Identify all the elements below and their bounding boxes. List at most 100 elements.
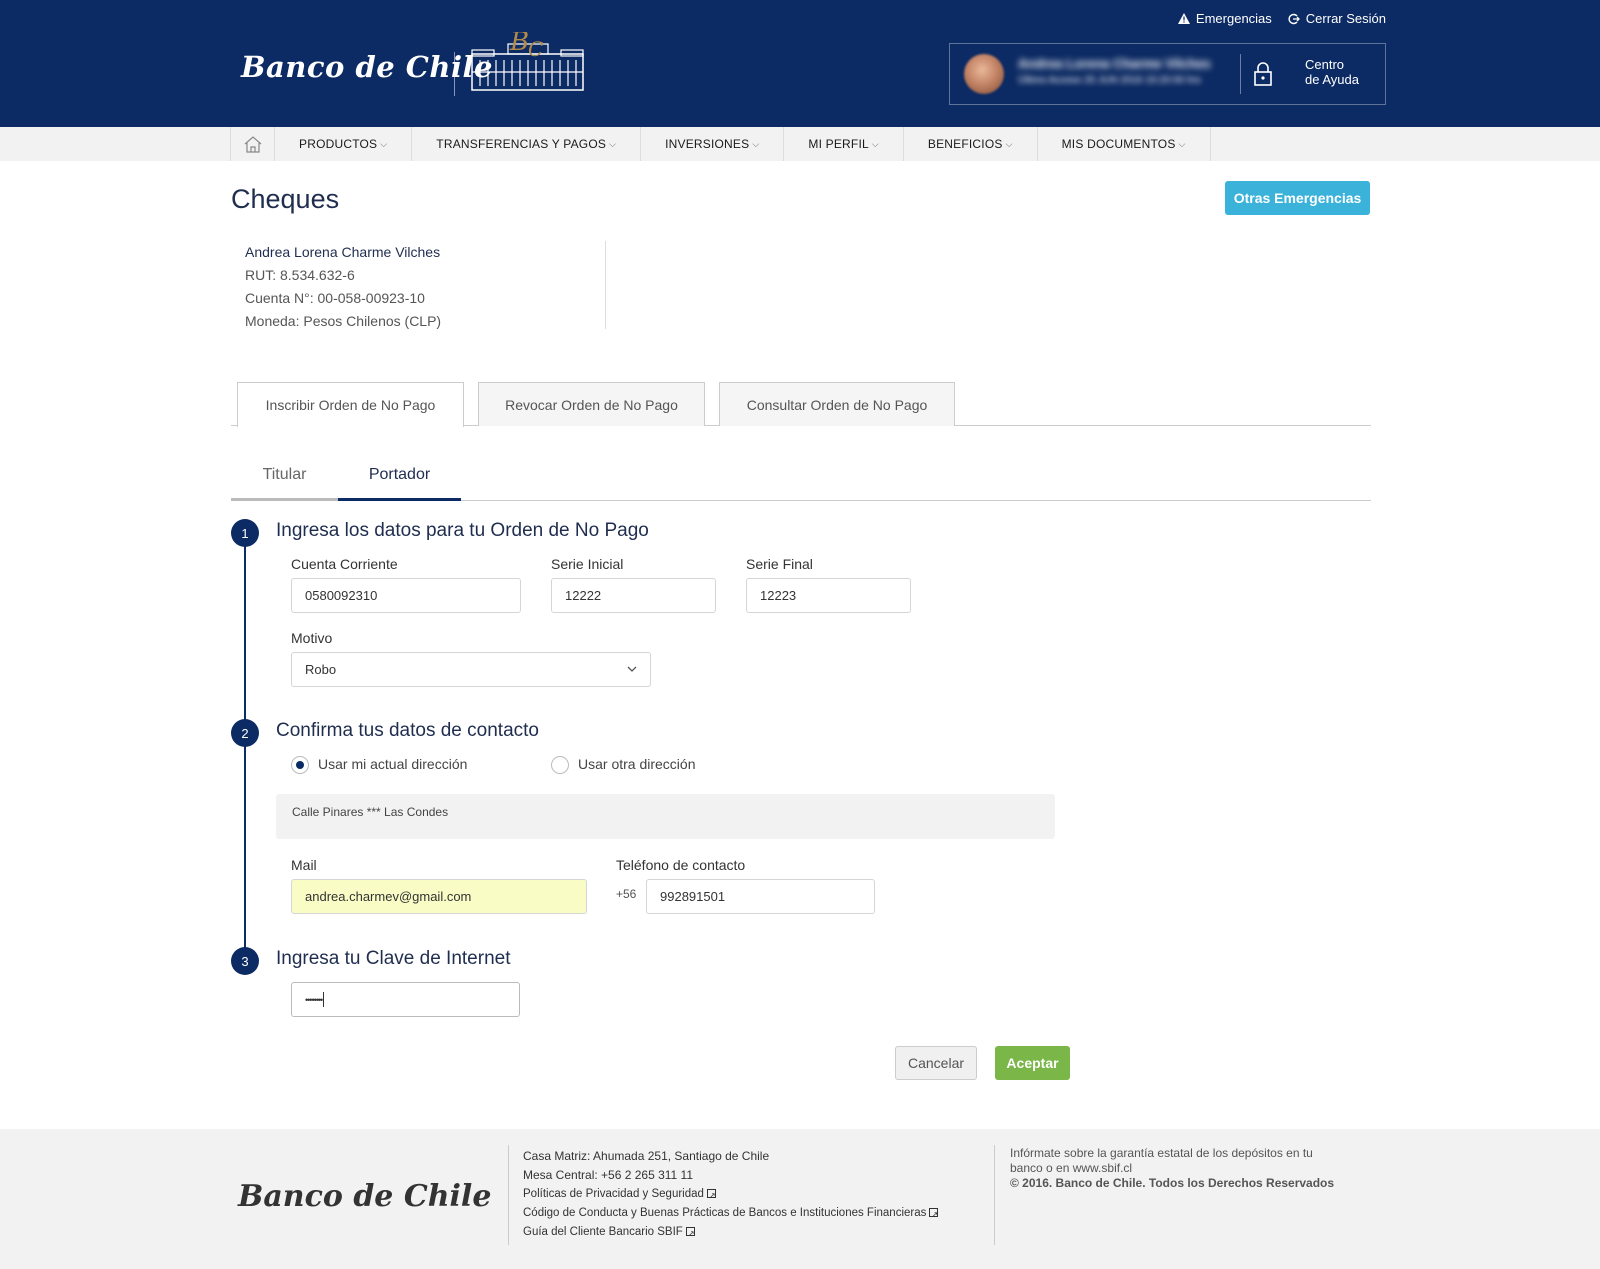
radio-actual-label: Usar mi actual dirección: [318, 756, 468, 772]
page-title: Cheques: [231, 184, 340, 214]
footer-link-label: Políticas de Privacidad y Seguridad: [523, 1188, 704, 1200]
footer-link-guia[interactable]: Guía del Cliente Bancario SBIF: [523, 1223, 938, 1243]
password-dots: ••••••••: [305, 994, 323, 1005]
help-line1: Centro: [1305, 57, 1345, 72]
emergencias-link[interactable]: Emergencias: [1177, 11, 1272, 26]
emergencias-label: Emergencias: [1195, 11, 1272, 26]
footer-link-label: Código de Conducta y Buenas Prácticas de…: [523, 1207, 927, 1219]
footer-link-privacidad[interactable]: Políticas de Privacidad y Seguridad: [523, 1185, 938, 1205]
footer-logo: Banco de Chile: [238, 1179, 492, 1214]
telefono-label: Teléfono de contacto: [616, 857, 746, 873]
step-3-badge: 3: [231, 947, 259, 975]
telefono-input[interactable]: 992891501: [646, 879, 875, 914]
account-info: Andrea Lorena Charme Vilches RUT: 8.534.…: [245, 241, 441, 333]
user-last-access: Último Acceso 25 JUN 2016 15:20:00 hrs: [1018, 75, 1201, 86]
chevron-down-icon: ⌵: [380, 138, 388, 149]
mail-input[interactable]: andrea.charmev@gmail.com: [291, 879, 587, 914]
text-cursor: [323, 992, 325, 1007]
nav-beneficios[interactable]: BENEFICIOS ⌵: [904, 127, 1038, 161]
motivo-select[interactable]: Robo: [291, 652, 651, 687]
nav-label: TRANSFERENCIAS Y PAGOS: [436, 137, 607, 151]
nav-mi-perfil[interactable]: MI PERFIL ⌵: [784, 127, 904, 161]
step-1-badge: 1: [231, 519, 259, 547]
home-icon: [244, 136, 261, 153]
radio-otra-direccion[interactable]: [551, 756, 569, 774]
footer-link-codigo[interactable]: Código de Conducta y Buenas Prácticas de…: [523, 1204, 939, 1224]
account-number: Cuenta N°: 00-058-00923-10: [245, 290, 425, 306]
motivo-value: Robo: [305, 662, 337, 677]
serie-inicial-input[interactable]: 12222: [551, 578, 716, 613]
cuenta-corriente-input[interactable]: 0580092310: [291, 578, 521, 613]
nav-productos[interactable]: PRODUCTOS ⌵: [275, 127, 413, 161]
svg-text:B: B: [509, 32, 529, 57]
bank-building-emblem: B C: [471, 32, 584, 91]
account-holder-name: Andrea Lorena Charme Vilches: [245, 244, 441, 260]
logout-label: Cerrar Sesión: [1305, 11, 1386, 26]
telefono-prefix: +56: [616, 887, 637, 901]
nav-mis-documentos[interactable]: MIS DOCUMENTOS ⌵: [1038, 127, 1211, 161]
nav-label: MI PERFIL: [808, 137, 869, 151]
tab-revocar[interactable]: Revocar Orden de No Pago: [478, 382, 705, 426]
lock-icon[interactable]: [1254, 62, 1272, 86]
cancel-button[interactable]: Cancelar: [895, 1046, 977, 1080]
logout-link[interactable]: Cerrar Sesión: [1288, 11, 1386, 26]
avatar[interactable]: [964, 54, 1004, 94]
nav-label: PRODUCTOS: [299, 137, 378, 151]
account-divider: [605, 241, 606, 329]
serie-inicial-label: Serie Inicial: [551, 556, 624, 572]
footer-phone: Mesa Central: +56 2 265 311 11: [523, 1168, 694, 1182]
user-box: Andrea Lorena Charme Vilches Último Acce…: [949, 43, 1386, 105]
nav-home[interactable]: [230, 127, 275, 161]
footer-info-line2[interactable]: banco o en www.sbif.cl: [1010, 1161, 1360, 1176]
step-2-title: Confirma tus datos de contacto: [276, 720, 539, 741]
nav-inversiones[interactable]: INVERSIONES ⌵: [641, 127, 785, 161]
footer-info-line1: Infórmate sobre la garantía estatal de l…: [1010, 1146, 1313, 1160]
radio-actual-direccion[interactable]: [291, 756, 309, 774]
logo-divider: [454, 52, 455, 96]
serie-final-label: Serie Final: [746, 556, 813, 572]
footer-address: Casa Matriz: Ahumada 251, Santiago de Ch…: [523, 1149, 770, 1163]
tab-inscribir[interactable]: Inscribir Orden de No Pago: [237, 382, 464, 427]
motivo-label: Motivo: [291, 630, 333, 646]
account-currency: Moneda: Pesos Chilenos (CLP): [245, 313, 442, 329]
cuenta-corriente-label: Cuenta Corriente: [291, 556, 398, 572]
tab-consultar[interactable]: Consultar Orden de No Pago: [719, 382, 955, 426]
help-center-link[interactable]: Centro de Ayuda: [1305, 57, 1359, 87]
footer-copyright: © 2016. Banco de Chile. Todos los Derech…: [1010, 1176, 1335, 1190]
svg-text:C: C: [528, 37, 543, 61]
footer-link-label: Guía del Cliente Bancario SBIF: [523, 1226, 683, 1238]
bank-logo[interactable]: Banco de Chile: [241, 50, 493, 84]
clave-internet-input[interactable]: ••••••••: [291, 982, 520, 1017]
footer-info: Infórmate sobre la garantía estatal de l…: [1010, 1146, 1360, 1191]
help-line2: de Ayuda: [1305, 72, 1359, 87]
chevron-down-icon: [627, 666, 637, 672]
user-box-divider: [1240, 54, 1241, 94]
account-rut: RUT: 8.534.632-6: [245, 267, 355, 283]
chevron-down-icon: ⌵: [609, 138, 617, 149]
address-display: Calle Pinares *** Las Condes: [276, 794, 1055, 839]
external-link-icon: [706, 1186, 716, 1205]
mail-label: Mail: [291, 857, 317, 873]
chevron-down-icon: ⌵: [1178, 138, 1186, 149]
warning-icon: [1177, 13, 1190, 24]
external-link-icon: [685, 1224, 695, 1243]
chevron-down-icon: ⌵: [752, 138, 760, 149]
nav-label: BENEFICIOS: [927, 137, 1003, 151]
main-nav: PRODUCTOS ⌵ TRANSFERENCIAS Y PAGOS ⌵ INVER…: [0, 127, 1600, 161]
footer-divider: [994, 1145, 995, 1245]
nav-label: MIS DOCUMENTOS: [1061, 137, 1176, 151]
subtab-titular[interactable]: Titular: [231, 466, 338, 501]
nav-label: INVERSIONES: [665, 137, 750, 151]
logout-icon: [1288, 13, 1300, 24]
accept-button[interactable]: Aceptar: [995, 1046, 1070, 1080]
chevron-down-icon: ⌵: [871, 138, 879, 149]
chevron-down-icon: ⌵: [1005, 138, 1013, 149]
otras-emergencias-button[interactable]: Otras Emergencias: [1225, 181, 1370, 215]
step-3-title: Ingresa tu Clave de Internet: [276, 948, 511, 969]
footer: Banco de Chile Casa Matriz: Ahumada 251,…: [0, 1129, 1600, 1269]
step-1-title: Ingresa los datos para tu Orden de No Pa…: [276, 520, 649, 541]
step-2-badge: 2: [231, 719, 259, 747]
subtab-portador[interactable]: Portador: [338, 466, 461, 501]
nav-transferencias[interactable]: TRANSFERENCIAS Y PAGOS ⌵: [412, 127, 642, 161]
serie-final-input[interactable]: 12223: [746, 578, 911, 613]
